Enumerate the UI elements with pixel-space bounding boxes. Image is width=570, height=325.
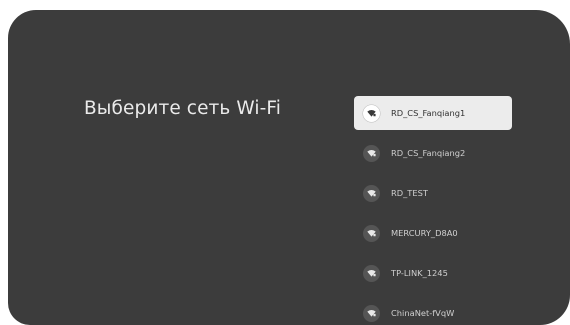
wifi-icon: [363, 104, 380, 122]
wifi-icon: [363, 304, 380, 322]
wifi-setup-screen: Выберите сеть Wi-Fi RD_CS_Fanqiang1 RD_C…: [8, 10, 570, 325]
network-item-tp-link-1245[interactable]: TP-LINK_1245: [354, 256, 512, 290]
network-name: TP-LINK_1245: [391, 268, 448, 278]
network-item-rd-cs-fanqiang2[interactable]: RD_CS_Fanqiang2: [354, 136, 512, 170]
network-name: RD_TEST: [391, 188, 428, 198]
network-name: RD_CS_Fanqiang1: [391, 108, 466, 118]
network-item-chinanet-fvqw[interactable]: ChinaNet-fVqW: [354, 296, 512, 325]
wifi-network-list: RD_CS_Fanqiang1 RD_CS_Fanqiang2 RD_TEST …: [354, 96, 512, 325]
network-name: MERCURY_D8A0: [391, 228, 458, 238]
network-name: ChinaNet-fVqW: [391, 308, 455, 318]
network-item-rd-test[interactable]: RD_TEST: [354, 176, 512, 210]
network-item-mercury-d8a0[interactable]: MERCURY_D8A0: [354, 216, 512, 250]
network-name: RD_CS_Fanqiang2: [391, 148, 466, 158]
network-item-rd-cs-fanqiang1[interactable]: RD_CS_Fanqiang1: [354, 96, 512, 130]
wifi-icon: [363, 184, 380, 202]
wifi-icon: [363, 144, 380, 162]
wifi-icon: [363, 224, 380, 242]
wifi-icon: [363, 264, 380, 282]
page-title: Выберите сеть Wi-Fi: [84, 98, 282, 119]
